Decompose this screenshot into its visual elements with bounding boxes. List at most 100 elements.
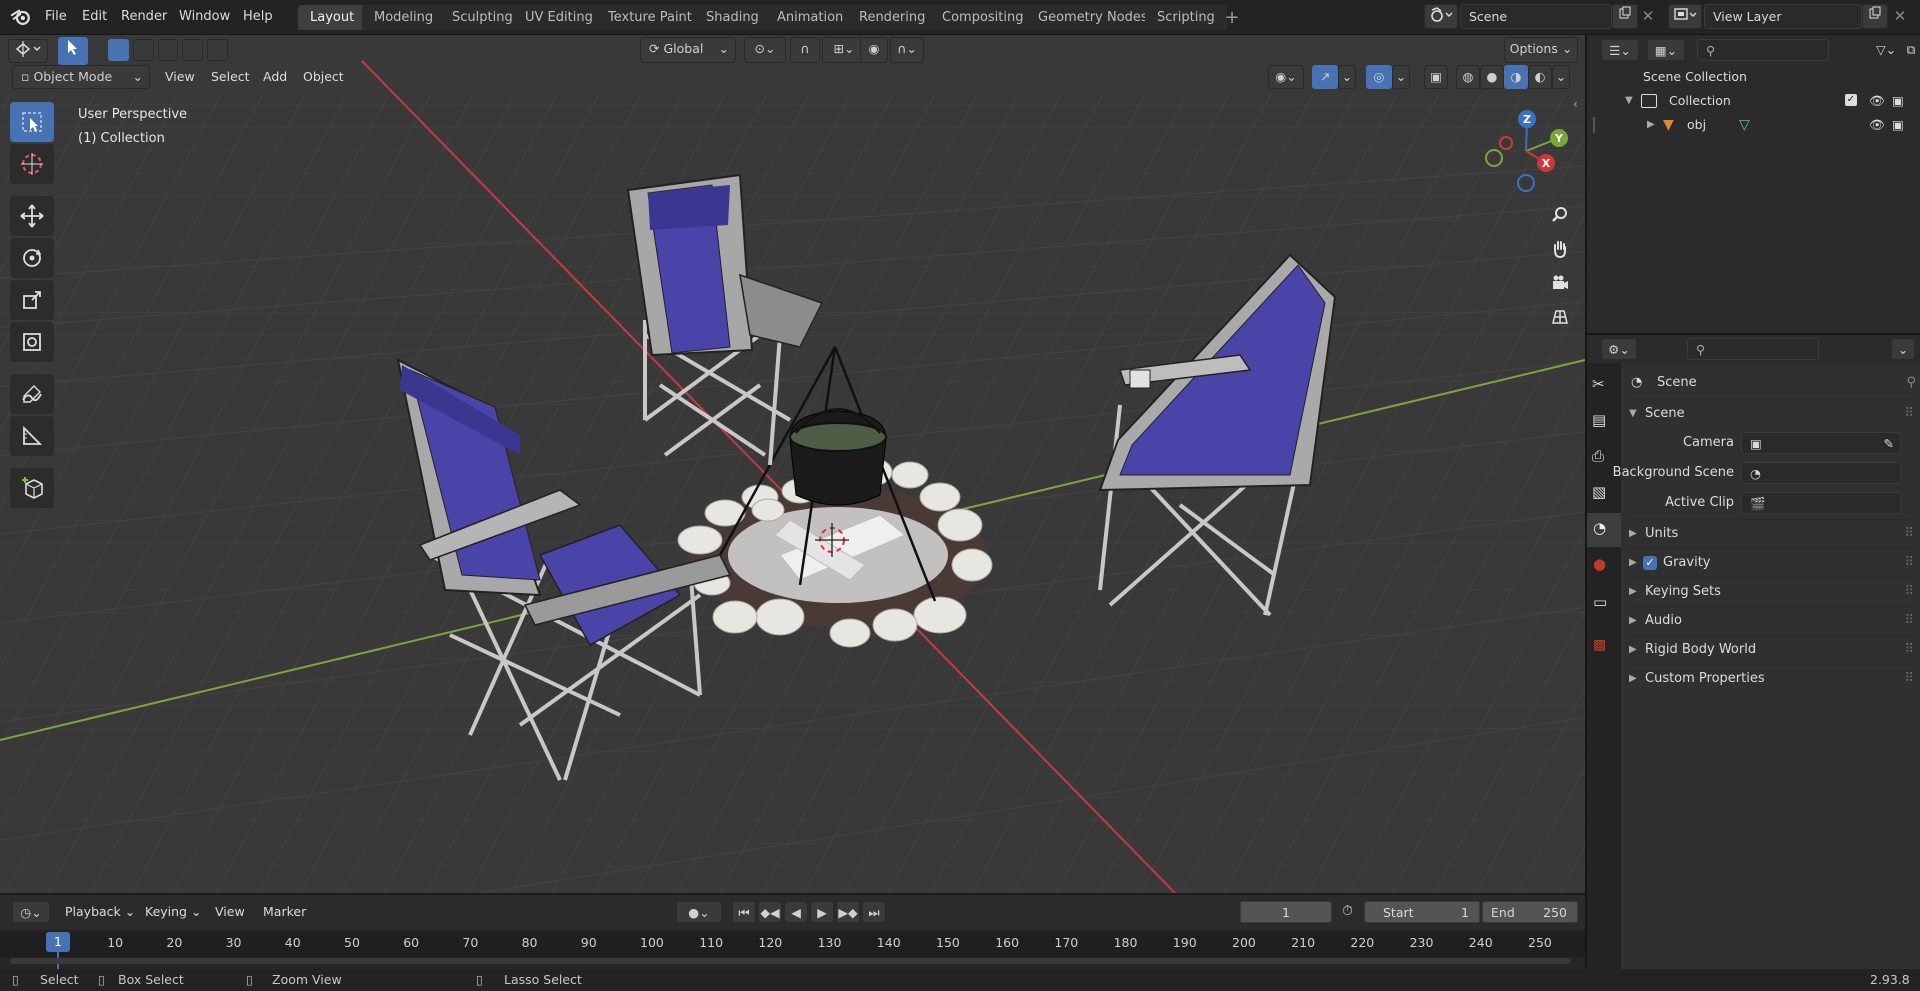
- custom-properties-panel-header[interactable]: ▶ Custom Properties ⠿: [1629, 664, 1914, 693]
- play-button[interactable]: ▶: [810, 901, 834, 923]
- drag-handle-icon[interactable]: ⠿: [1904, 400, 1914, 428]
- scene-browse-button[interactable]: [1424, 4, 1458, 29]
- navigation-gizmo[interactable]: Z Y X: [1480, 105, 1570, 195]
- scene-panel-header[interactable]: ▼ Scene ⠿: [1629, 399, 1914, 428]
- xray-toggle[interactable]: ▣: [1424, 65, 1448, 89]
- mode-invert-selection-button[interactable]: [182, 39, 204, 61]
- properties-search-input[interactable]: ⚲: [1687, 338, 1819, 360]
- view-layer-name-field[interactable]: View Layer: [1704, 4, 1862, 29]
- drag-handle-icon[interactable]: ⠿: [1904, 636, 1914, 664]
- menu-help[interactable]: Help: [236, 0, 280, 34]
- outliner-display-mode-button[interactable]: ▦⌄: [1647, 39, 1685, 61]
- outliner-row-scene-collection[interactable]: Scene Collection: [1587, 65, 1920, 89]
- tab-geometry-nodes[interactable]: Geometry Nodes: [1026, 5, 1160, 30]
- shading-rendered-button[interactable]: ◐: [1528, 65, 1552, 89]
- drag-handle-icon[interactable]: ⠿: [1904, 520, 1914, 548]
- menu-window[interactable]: Window: [172, 0, 237, 34]
- active-clip-field[interactable]: 🎬: [1741, 492, 1901, 514]
- viewport-menu-add[interactable]: Add: [256, 65, 294, 89]
- outliner-search-input[interactable]: ⚲: [1697, 39, 1829, 61]
- overlays-dropdown[interactable]: ⌄: [1392, 65, 1410, 89]
- start-frame-field[interactable]: Start 1: [1364, 901, 1480, 923]
- tool-add-cube[interactable]: [10, 468, 54, 508]
- tool-cursor[interactable]: [10, 144, 54, 184]
- tool-rotate[interactable]: [10, 238, 54, 278]
- transform-orientation-dropdown[interactable]: ⟳ Global ⌄: [640, 37, 736, 63]
- properties-options-dropdown[interactable]: ⌄: [1891, 338, 1915, 360]
- options-dropdown[interactable]: Options ⌄: [1504, 37, 1578, 63]
- keying-sets-panel-header[interactable]: ▶ Keying Sets ⠿: [1629, 577, 1914, 606]
- timeline-editor-type-button[interactable]: ◷⌄: [12, 901, 50, 923]
- background-scene-field[interactable]: ◔: [1741, 462, 1901, 484]
- gizmo-dropdown[interactable]: ⌄: [1338, 65, 1356, 89]
- menu-file[interactable]: File: [38, 0, 74, 34]
- pan-view-button[interactable]: [1545, 234, 1575, 264]
- render-tab-icon[interactable]: ▤: [1592, 411, 1606, 429]
- sidebar-toggle-icon[interactable]: ‹: [1573, 97, 1578, 111]
- tool-select-box[interactable]: [10, 102, 54, 142]
- camera-field[interactable]: ▣ ✎: [1741, 432, 1901, 454]
- viewport-3d[interactable]: ⟳ Global ⌄ ⊙⌄ ∩ ⊞⌄ ◉ ∩⌄ Options ⌄ ▫ Objec…: [0, 35, 1585, 893]
- camera-view-button[interactable]: [1545, 268, 1575, 298]
- view-layer-close-icon[interactable]: ✕: [1892, 8, 1908, 24]
- gravity-panel-header[interactable]: ▶ ✓ Gravity ⠿: [1629, 548, 1914, 577]
- mode-dropdown[interactable]: ▫ Object Mode ⌄: [12, 65, 150, 89]
- expand-arrow-down-icon[interactable]: ▼: [1625, 89, 1633, 113]
- tool-transform[interactable]: [10, 322, 54, 362]
- tab-animation[interactable]: Animation: [765, 5, 856, 30]
- drag-handle-icon[interactable]: ⠿: [1904, 578, 1914, 606]
- shading-solid-button[interactable]: ●: [1480, 65, 1504, 89]
- shading-wireframe-button[interactable]: ◍: [1456, 65, 1480, 89]
- tab-compositing[interactable]: Compositing: [930, 5, 1036, 30]
- jump-next-keyframe-button[interactable]: ▶◆: [836, 901, 860, 923]
- tab-modeling[interactable]: Modeling: [362, 5, 446, 30]
- current-frame-field[interactable]: 1: [1240, 901, 1332, 923]
- shading-material-button[interactable]: ◑: [1504, 65, 1528, 89]
- zoom-view-button[interactable]: [1545, 200, 1575, 230]
- end-frame-field[interactable]: End 250: [1482, 901, 1578, 923]
- jump-to-end-button[interactable]: ⏭: [862, 901, 886, 923]
- tool-measure[interactable]: [10, 416, 54, 456]
- timeline-menu-marker[interactable]: Marker: [256, 901, 313, 923]
- scene-close-icon[interactable]: ✕: [1640, 8, 1656, 24]
- collection-tab-icon[interactable]: ▭: [1593, 593, 1607, 611]
- view-layer-tab-icon[interactable]: ▧: [1592, 483, 1606, 501]
- drag-handle-icon[interactable]: ⠿: [1904, 665, 1914, 693]
- outliner-row-collection[interactable]: ▼ Collection ✓ 👁 ▣: [1587, 89, 1920, 113]
- mode-new-selection-button[interactable]: [108, 39, 129, 61]
- camera-render-icon[interactable]: ▣: [1892, 89, 1904, 113]
- tool-scale[interactable]: [10, 280, 54, 320]
- timeline-scrollbar[interactable]: [10, 958, 1570, 964]
- snap-toggle[interactable]: ∩: [790, 37, 820, 63]
- drag-handle-icon[interactable]: ⠿: [1904, 549, 1914, 577]
- rigid-body-world-panel-header[interactable]: ▶ Rigid Body World ⠿: [1629, 635, 1914, 664]
- scene-new-button[interactable]: [1612, 4, 1638, 29]
- jump-prev-keyframe-button[interactable]: ◆◀: [758, 901, 782, 923]
- tab-rendering[interactable]: Rendering: [847, 5, 938, 30]
- add-workspace-icon[interactable]: +: [1222, 8, 1242, 28]
- proportional-edit-toggle[interactable]: ◉: [860, 37, 888, 63]
- tool-move[interactable]: [10, 196, 54, 236]
- outliner-row-object[interactable]: ▶ ▼ obj ▽ 👁 ▣: [1587, 113, 1920, 137]
- timeline-menu-view[interactable]: View: [208, 901, 252, 923]
- play-reverse-button[interactable]: ◀: [784, 901, 808, 923]
- mode-intersect-selection-button[interactable]: [207, 39, 228, 61]
- drag-handle-icon[interactable]: ⠿: [1904, 607, 1914, 635]
- tab-scripting[interactable]: Scripting: [1145, 5, 1227, 30]
- mode-extend-selection-button[interactable]: [132, 39, 154, 61]
- ortho-toggle-button[interactable]: [1545, 302, 1575, 332]
- shading-dropdown[interactable]: ⌄: [1552, 65, 1570, 89]
- scene-name-field[interactable]: Scene: [1460, 4, 1612, 29]
- mode-subtract-selection-button[interactable]: [157, 39, 179, 61]
- visibility-dropdown[interactable]: ◉⌄: [1268, 65, 1304, 89]
- playhead[interactable]: 1: [46, 932, 70, 952]
- auto-keying-toggle[interactable]: ●⌄: [676, 901, 722, 923]
- world-tab-icon[interactable]: ●: [1593, 555, 1606, 573]
- viewport-menu-select[interactable]: Select: [204, 65, 257, 89]
- stopwatch-icon[interactable]: ⏱: [1342, 903, 1353, 919]
- scene-tab[interactable]: ◔: [1587, 513, 1621, 547]
- tool-annotate[interactable]: [10, 374, 54, 414]
- tab-sculpting[interactable]: Sculpting: [440, 5, 525, 30]
- tab-layout[interactable]: Layout: [298, 5, 367, 30]
- tab-texture-paint[interactable]: Texture Paint: [596, 5, 704, 30]
